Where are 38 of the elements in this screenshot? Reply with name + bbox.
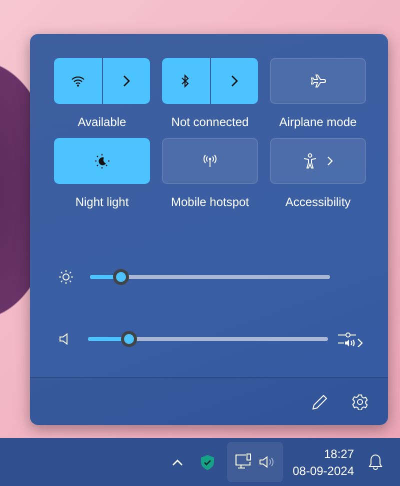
- toggle-button[interactable]: [270, 138, 366, 184]
- chevron-right-icon: [327, 156, 333, 166]
- accessibility-icon: [303, 153, 317, 169]
- brightness-icon: [59, 270, 73, 284]
- bell-icon: [368, 454, 382, 470]
- shield-icon: [201, 454, 214, 470]
- chevron-right-icon: [122, 75, 130, 87]
- tile-label: Airplane mode: [279, 115, 357, 129]
- chevron-button[interactable]: [210, 58, 258, 104]
- tile-label: Available: [78, 115, 126, 129]
- night-light-icon: [94, 153, 110, 169]
- tile-label: Not connected: [171, 115, 249, 129]
- chevron-right-icon: [230, 75, 238, 87]
- chevron-up-icon: [172, 458, 184, 466]
- airplane-icon: [310, 74, 326, 88]
- network-volume-button[interactable]: [226, 442, 283, 482]
- monitor-icon: [234, 453, 253, 471]
- hotspot-icon: [202, 154, 218, 168]
- bluetooth-icon: [181, 74, 190, 88]
- slider[interactable]: [88, 329, 328, 349]
- volume-mixer-icon: [338, 331, 364, 347]
- pencil-icon: [312, 394, 328, 410]
- slider-thumb[interactable]: [120, 331, 137, 347]
- speaker-icon: [258, 455, 275, 469]
- tile-label: Accessibility: [285, 195, 351, 209]
- wifi-icon: [70, 75, 85, 87]
- toggle-button[interactable]: [270, 58, 366, 104]
- slider-thumb[interactable]: [113, 269, 130, 285]
- toggle-button[interactable]: [54, 138, 150, 184]
- slider[interactable]: [90, 267, 330, 287]
- settings-icon: [352, 394, 368, 410]
- toggle-button[interactable]: [162, 138, 258, 184]
- toggle-button[interactable]: [54, 58, 102, 104]
- toggle-button[interactable]: [162, 58, 210, 104]
- tile-label: Night light: [75, 195, 129, 209]
- clock-button[interactable]: 18:27 08-09-2024: [286, 442, 360, 482]
- tile-label: Mobile hotspot: [170, 195, 250, 209]
- chevron-button[interactable]: [102, 58, 150, 104]
